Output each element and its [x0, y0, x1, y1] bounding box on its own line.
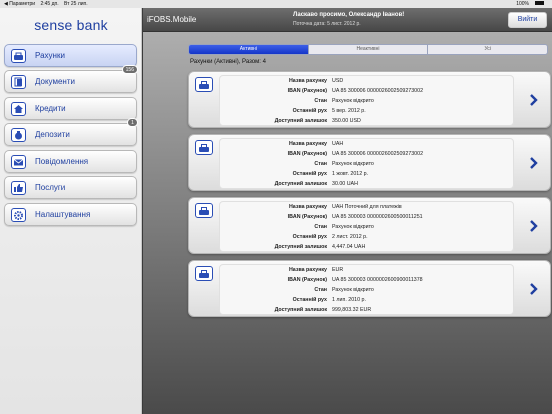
field-label: Доступний залишок	[274, 118, 327, 124]
documents-icon	[11, 75, 26, 89]
account-details: Назва рахунку UAH Поточний для платежів I…	[219, 201, 514, 252]
account-balance: 350.00 USD	[332, 118, 361, 124]
field-label: IBAN (Рахунок)	[287, 151, 327, 157]
field-label: Назва рахунку	[288, 78, 327, 84]
deposits-count-badge: 1	[127, 118, 138, 127]
sidebar-item-label: Налаштування	[35, 210, 91, 219]
field-label: Доступний залишок	[274, 181, 327, 187]
field-label: Назва рахунку	[288, 141, 327, 147]
field-label: Останній рух	[292, 108, 327, 114]
account-balance: 999,803.32 EUR	[332, 307, 372, 313]
field-label: Останній рух	[292, 234, 327, 240]
mail-icon	[11, 155, 26, 169]
account-state: Рахунок відкрито	[332, 224, 374, 230]
field-label: Доступний залишок	[274, 307, 327, 313]
sidebar-item-messages[interactable]: Повідомлення	[4, 150, 137, 173]
logo: sense bank	[34, 17, 108, 33]
sidebar-item-settings[interactable]: Налаштування	[4, 203, 137, 226]
account-last-move: 2 лист. 2012 р.	[332, 234, 368, 240]
tab-active[interactable]: Активні	[189, 45, 309, 54]
account-state: Рахунок відкрито	[332, 98, 374, 104]
wallet-icon	[195, 266, 213, 281]
chevron-right-icon[interactable]	[526, 92, 540, 108]
account-details: Назва рахунку UAH IBAN (Рахунок) UA 85 300…	[219, 138, 514, 189]
account-card[interactable]: Назва рахунку USD IBAN (Рахунок) UA 85 300…	[188, 71, 551, 128]
account-iban: UA 85 300003 0000002600500011251	[332, 214, 423, 220]
sidebar-item-label: Депозити	[35, 130, 70, 139]
sidebar-item-documents[interactable]: Документи 156	[4, 65, 138, 93]
account-state: Рахунок відкрито	[332, 161, 374, 167]
field-label: Назва рахунку	[288, 204, 327, 210]
field-label: Останній рух	[292, 171, 327, 177]
sidebar-item-credits[interactable]: Кредити	[4, 97, 137, 120]
field-label: Доступний залишок	[274, 244, 327, 250]
wallet-icon	[195, 140, 213, 155]
field-label: Назва рахунку	[288, 267, 327, 273]
main-content: iFOBS.Mobile Ласкаво просимо, Олександр …	[143, 8, 552, 414]
sidebar-item-accounts[interactable]: Рахунки	[4, 44, 137, 67]
moneybag-icon	[11, 128, 26, 142]
account-status-tabs: Активні Неактивні Усі	[188, 44, 548, 55]
account-name: UAH	[332, 141, 344, 147]
header: iFOBS.Mobile Ласкаво просимо, Олександр …	[143, 8, 552, 32]
account-card[interactable]: Назва рахунку EUR IBAN (Рахунок) UA 85 300…	[188, 260, 551, 317]
sidebar-item-label: Послуги	[35, 183, 66, 192]
wallet-icon	[195, 77, 213, 92]
chevron-right-icon[interactable]	[526, 218, 540, 234]
account-details: Назва рахунку USD IBAN (Рахунок) UA 85 300…	[219, 75, 514, 126]
list-title: Рахунки (Активні), Разом: 4	[190, 59, 266, 65]
wallet-icon	[11, 49, 26, 63]
account-last-move: 1 лип. 2010 р.	[332, 297, 366, 303]
wallet-icon	[195, 203, 213, 218]
sidebar-item-services[interactable]: Послуги	[4, 176, 137, 199]
thumbs-up-icon	[11, 181, 26, 195]
account-iban: UA 85 300006 0000026002509273002	[332, 88, 424, 94]
chevron-right-icon[interactable]	[526, 281, 540, 297]
account-balance: 4,447.04 UAH	[332, 244, 366, 250]
sidebar-item-label: Документи	[35, 77, 75, 86]
account-last-move: 5 вер. 2012 р.	[332, 108, 366, 114]
battery-icon	[535, 0, 544, 5]
sidebar-item-deposits[interactable]: Депозити 1	[4, 118, 138, 146]
chevron-right-icon[interactable]	[526, 155, 540, 171]
gear-icon	[11, 208, 26, 222]
account-name: EUR	[332, 267, 344, 273]
field-label: Стан	[314, 161, 327, 167]
status-date: Вт 25 лип.	[64, 1, 88, 7]
battery-percent: 100%	[516, 1, 529, 7]
account-card[interactable]: Назва рахунку UAH IBAN (Рахунок) UA 85 300…	[188, 134, 551, 191]
field-label: Стан	[314, 98, 327, 104]
tab-all[interactable]: Усі	[428, 45, 547, 54]
status-bar: ◀ Параметри 2:45 дп. Вт 25 лип. 100%	[0, 0, 552, 8]
welcome-message: Ласкаво просимо, Олександр Іванов!	[293, 12, 405, 18]
account-details: Назва рахунку EUR IBAN (Рахунок) UA 85 300…	[219, 264, 514, 315]
status-time: 2:45 дп.	[40, 1, 59, 7]
account-iban: UA 85 300006 0000026002509273002	[332, 151, 424, 157]
app-title: iFOBS.Mobile	[147, 15, 197, 24]
account-last-move: 1 жовт. 2012 р.	[332, 171, 369, 177]
sidebar: sense bank Рахунки Документи 156 Кредити…	[0, 8, 142, 414]
field-label: IBAN (Рахунок)	[287, 277, 327, 283]
field-label: Останній рух	[292, 297, 327, 303]
house-icon	[11, 102, 26, 116]
field-label: Стан	[314, 224, 327, 230]
field-label: IBAN (Рахунок)	[287, 88, 327, 94]
back-to-settings-link[interactable]: ◀ Параметри	[4, 1, 35, 7]
field-label: IBAN (Рахунок)	[287, 214, 327, 220]
logout-button[interactable]: Вийти	[508, 12, 547, 28]
account-name: USD	[332, 78, 344, 84]
current-date-info: Поточна дата: 5 лист. 2012 р.	[293, 21, 361, 27]
sidebar-item-label: Рахунки	[35, 51, 65, 60]
account-state: Рахунок відкрито	[332, 287, 374, 293]
sidebar-item-label: Повідомлення	[35, 157, 89, 166]
sidebar-item-label: Кредити	[35, 104, 66, 113]
account-card[interactable]: Назва рахунку UAH Поточний для платежів I…	[188, 197, 551, 254]
account-balance: 30.00 UAH	[332, 181, 358, 187]
account-iban: UA 85 300003 0000002600900011378	[332, 277, 423, 283]
account-name: UAH Поточний для платежів	[332, 204, 402, 210]
field-label: Стан	[314, 287, 327, 293]
documents-count-badge: 156	[121, 65, 138, 74]
tab-inactive[interactable]: Неактивні	[309, 45, 429, 54]
